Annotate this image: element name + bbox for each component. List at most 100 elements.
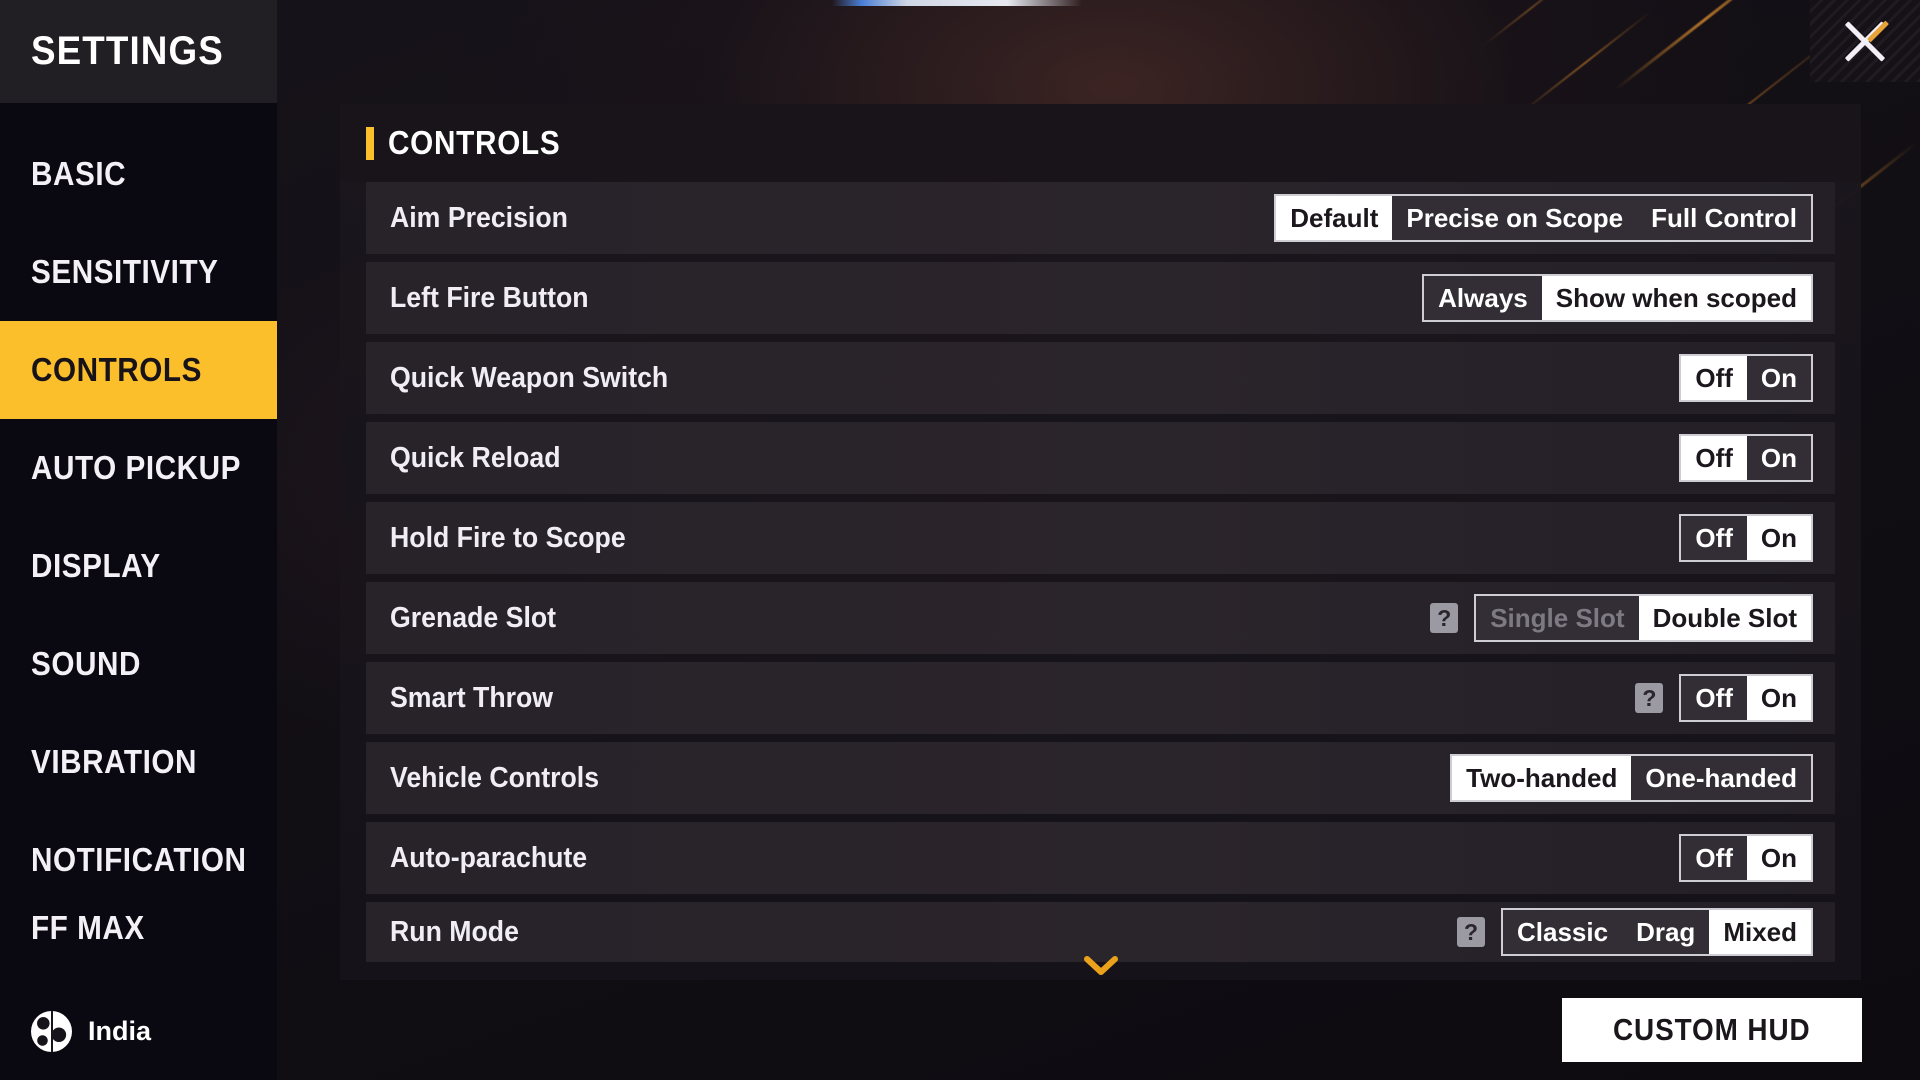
sidebar-item-label: NOTIFICATION <box>31 841 247 878</box>
segment-option[interactable]: Off <box>1681 436 1747 480</box>
setting-label: Run Mode <box>390 916 530 949</box>
segmented-control: Classic Drag Mixed <box>1500 908 1813 956</box>
segment-option[interactable]: Double Slot <box>1638 596 1811 640</box>
sidebar-item-label: DISPLAY <box>31 547 161 584</box>
setting-label-text: Hold Fire to Scope <box>390 521 626 554</box>
setting-row: Left Fire Button Always Show when scoped <box>366 262 1835 334</box>
setting-control-group: Default Precise on Scope Full Control <box>1274 194 1813 242</box>
footer-bar: CUSTOM HUD <box>340 980 1920 1080</box>
segment-option[interactable]: Off <box>1681 836 1747 880</box>
setting-label-text: Left Fire Button <box>390 281 589 314</box>
segment-option[interactable]: Show when scoped <box>1541 276 1811 320</box>
segment-option[interactable]: On <box>1746 516 1811 560</box>
setting-label: Grenade Slot <box>390 602 571 635</box>
sidebar-item-controls[interactable]: CONTROLS <box>0 321 277 419</box>
segmented-control: Default Precise on Scope Full Control <box>1274 194 1813 242</box>
segment-option[interactable]: On <box>1746 436 1811 480</box>
segment-option[interactable]: One-handed <box>1631 756 1811 800</box>
segment-option[interactable]: Off <box>1681 356 1747 400</box>
segment-option[interactable]: Precise on Scope <box>1392 196 1638 240</box>
setting-control-group: Always Show when scoped <box>1422 274 1813 322</box>
region-selector[interactable]: India <box>31 1011 151 1052</box>
controls-panel: CONTROLS Aim Precision Default Precise on … <box>340 104 1861 980</box>
segmented-control: Off On <box>1679 434 1813 482</box>
segment-option[interactable]: Off <box>1681 676 1747 720</box>
custom-hud-button[interactable]: CUSTOM HUD <box>1562 998 1862 1062</box>
panel-title: CONTROLS <box>388 124 561 161</box>
setting-row: Aim Precision Default Precise on Scope Full… <box>366 182 1835 254</box>
segment-option[interactable]: Mixed <box>1709 910 1811 954</box>
setting-label: Auto-parachute <box>390 842 604 875</box>
segment-option[interactable]: On <box>1746 836 1811 880</box>
sidebar-item-label: SOUND <box>31 645 141 682</box>
help-icon[interactable]: ? <box>1430 603 1459 633</box>
segmented-control: Off On <box>1679 354 1813 402</box>
setting-row: Smart Throw? Off On <box>366 662 1835 734</box>
segment-option[interactable]: Always <box>1424 276 1542 320</box>
setting-row: Quick Weapon Switch Off On <box>366 342 1835 414</box>
segment-option[interactable]: Off <box>1681 516 1747 560</box>
setting-label-text: Vehicle Controls <box>390 761 600 794</box>
sidebar-item-sensitivity[interactable]: SENSITIVITY <box>0 223 277 321</box>
segmented-control: Off On <box>1679 514 1813 562</box>
sidebar-item-label: AUTO PICKUP <box>31 449 242 486</box>
setting-control-group: Two-handed One-handed <box>1450 754 1813 802</box>
close-icon <box>1842 18 1889 64</box>
setting-label-text: Quick Weapon Switch <box>390 361 669 394</box>
setting-label-text: Run Mode <box>390 915 519 948</box>
setting-row: Vehicle Controls Two-handed One-handed <box>366 742 1835 814</box>
settings-screen: SETTINGS BASIC SENSITIVITY CONTROLS AUTO PI… <box>0 0 1920 1080</box>
setting-label: Vehicle Controls <box>390 762 617 795</box>
segmented-control: Always Show when scoped <box>1422 274 1813 322</box>
segment-option[interactable]: On <box>1746 676 1811 720</box>
segment-option[interactable]: Full Control <box>1637 196 1811 240</box>
setting-control-group: Off On <box>1679 354 1813 402</box>
setting-row: Hold Fire to Scope Off On <box>366 502 1835 574</box>
setting-control-group: ? Classic Drag Mixed <box>1456 908 1813 956</box>
segment-option[interactable]: Classic <box>1502 910 1623 954</box>
setting-row: Grenade Slot? Single Slot Double Slot <box>366 582 1835 654</box>
setting-label-text: Smart Throw <box>390 681 554 714</box>
segment-option[interactable]: Drag <box>1622 910 1710 954</box>
sidebar-item-ff-max[interactable]: FF MAX <box>0 909 277 969</box>
sidebar-item-label: FF MAX <box>31 909 145 946</box>
sidebar-item-display[interactable]: DISPLAY <box>0 517 277 615</box>
setting-row: Quick Reload Off On <box>366 422 1835 494</box>
segmented-control: Two-handed One-handed <box>1450 754 1813 802</box>
setting-label-text: Grenade Slot <box>390 601 557 634</box>
sidebar-item-label: BASIC <box>31 155 127 192</box>
setting-label: Left Fire Button <box>390 282 606 315</box>
settings-list: Aim Precision Default Precise on Scope Full… <box>340 182 1861 962</box>
sidebar-item-vibration[interactable]: VIBRATION <box>0 713 277 811</box>
segment-option[interactable]: Two-handed <box>1452 756 1632 800</box>
chevron-down-icon[interactable] <box>1083 956 1118 976</box>
setting-control-group: ? Single Slot Double Slot <box>1430 594 1813 642</box>
segment-option: Single Slot <box>1476 596 1639 640</box>
close-button[interactable] <box>1810 0 1920 82</box>
setting-label: Hold Fire to Scope <box>390 522 646 555</box>
sidebar-item-label: CONTROLS <box>31 351 202 388</box>
segment-option[interactable]: On <box>1746 356 1811 400</box>
help-icon[interactable]: ? <box>1635 683 1664 713</box>
sidebar-item-basic[interactable]: BASIC <box>0 125 277 223</box>
sidebar: SETTINGS BASIC SENSITIVITY CONTROLS AUTO PI… <box>0 0 277 1080</box>
page-title: SETTINGS <box>0 0 277 103</box>
setting-label-text: Quick Reload <box>390 441 561 474</box>
top-tab-indicator <box>832 0 1082 6</box>
segmented-control: Off On <box>1679 834 1813 882</box>
region-label: India <box>88 1016 152 1046</box>
setting-label-text: Auto-parachute <box>390 841 588 874</box>
setting-control-group: Off On <box>1679 834 1813 882</box>
sidebar-item-notification[interactable]: NOTIFICATION <box>0 811 277 909</box>
setting-control-group: Off On <box>1679 514 1813 562</box>
setting-label: Quick Reload <box>390 442 575 475</box>
sidebar-item-auto-pickup[interactable]: AUTO PICKUP <box>0 419 277 517</box>
sidebar-item-sound[interactable]: SOUND <box>0 615 277 713</box>
setting-row: Run Mode? Classic Drag Mixed <box>366 902 1835 962</box>
setting-label: Quick Weapon Switch <box>390 362 692 395</box>
setting-control-group: ? Off On <box>1635 674 1813 722</box>
segment-option[interactable]: Default <box>1276 196 1393 240</box>
help-icon[interactable]: ? <box>1456 917 1485 947</box>
setting-label-text: Aim Precision <box>390 201 568 234</box>
setting-row: Auto-parachute Off On <box>366 822 1835 894</box>
